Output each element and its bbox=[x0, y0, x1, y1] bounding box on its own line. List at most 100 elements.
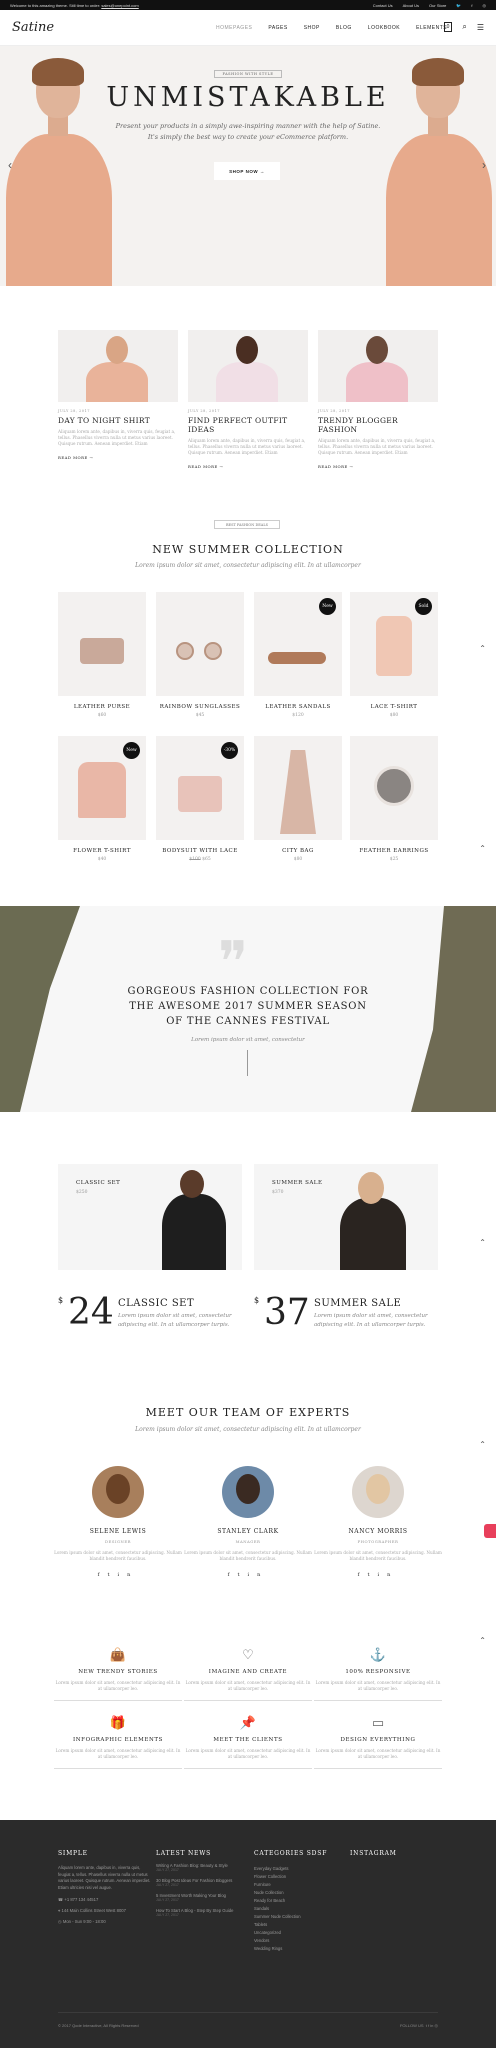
facebook-icon[interactable]: f bbox=[358, 1572, 368, 1578]
product-name[interactable]: LEATHER PURSE bbox=[58, 704, 146, 710]
collection-tag: BEST FASHION DEALS bbox=[214, 520, 280, 529]
product-image[interactable]: New bbox=[254, 592, 342, 696]
scroll-up-icon[interactable]: ⌃ bbox=[479, 1238, 486, 1247]
logo[interactable]: Satine bbox=[12, 20, 54, 35]
product-image[interactable]: Sold bbox=[350, 592, 438, 696]
product-card[interactable]: New LEATHER SANDALS $120 bbox=[254, 592, 342, 718]
product-name[interactable]: FLOWER T-SHIRT bbox=[58, 848, 146, 854]
twitter-icon[interactable]: t bbox=[238, 1572, 248, 1578]
facebook-icon[interactable]: f bbox=[98, 1572, 108, 1578]
linkedin-icon[interactable]: in bbox=[378, 1572, 399, 1578]
product-card[interactable]: RAINBOW SUNGLASSES $45 bbox=[156, 592, 244, 718]
news-item[interactable]: 30 Blog Post Ideas For Fashion Bloggers J… bbox=[156, 1878, 252, 1887]
scroll-up-icon[interactable]: ⌃ bbox=[479, 844, 486, 853]
blog-post[interactable]: JULY 28, 2017 DAY TO NIGHT SHIRT Aliquam… bbox=[58, 330, 178, 460]
product-card[interactable]: New FLOWER T-SHIRT $40 bbox=[58, 736, 146, 862]
category-link[interactable]: Sandals bbox=[254, 1905, 350, 1913]
facebook-icon[interactable]: f bbox=[228, 1572, 238, 1578]
twitter-icon[interactable]: 🐦 bbox=[456, 3, 461, 8]
menu-icon[interactable]: ☰ bbox=[477, 23, 484, 32]
facebook-icon[interactable]: f bbox=[428, 2023, 429, 2028]
our-store-link[interactable]: Our Store bbox=[429, 3, 446, 8]
product-card[interactable]: CITY BAG $80 bbox=[254, 736, 342, 862]
twitter-icon[interactable]: t bbox=[426, 2023, 427, 2028]
news-item[interactable]: Writing A Fashion Blog: Beauty & Style JU… bbox=[156, 1863, 252, 1872]
post-image[interactable] bbox=[318, 330, 438, 402]
slider-prev-icon[interactable]: ‹ bbox=[8, 158, 12, 172]
product-card[interactable]: FEATHER EARRINGS $25 bbox=[350, 736, 438, 862]
linkedin-icon[interactable]: in bbox=[118, 1572, 139, 1578]
twitter-icon[interactable]: t bbox=[368, 1572, 378, 1578]
category-link[interactable]: Ready for Beach bbox=[254, 1897, 350, 1905]
category-link[interactable]: Flower Collection bbox=[254, 1873, 350, 1881]
product-image[interactable] bbox=[254, 736, 342, 840]
about-us-link[interactable]: About Us bbox=[403, 3, 419, 8]
promo-email-link[interactable]: sales@onepoint.com bbox=[101, 3, 138, 8]
product-image[interactable] bbox=[58, 592, 146, 696]
avatar bbox=[222, 1466, 274, 1518]
slider-next-icon[interactable]: › bbox=[482, 158, 486, 172]
product-name[interactable]: BODYSUIT WITH LACE bbox=[156, 848, 244, 854]
read-more-label: READ MORE bbox=[318, 464, 348, 469]
post-title[interactable]: FIND PERFECT OUTFIT IDEAS bbox=[188, 416, 308, 434]
product-image[interactable]: -30% bbox=[156, 736, 244, 840]
post-image[interactable] bbox=[188, 330, 308, 402]
shop-now-button[interactable]: SHOP NOW → bbox=[214, 162, 280, 180]
news-item[interactable]: 5 Investment Worth Making Your Blog JULY … bbox=[156, 1893, 252, 1902]
product-image[interactable] bbox=[156, 592, 244, 696]
product-name[interactable]: CITY BAG bbox=[254, 848, 342, 854]
nav-shop[interactable]: SHOP bbox=[304, 25, 320, 31]
scroll-up-icon[interactable]: ⌃ bbox=[479, 1636, 486, 1645]
category-link[interactable]: Everyday Gadgets bbox=[254, 1865, 350, 1873]
nav-lookbook[interactable]: LOOKBOOK bbox=[368, 25, 400, 31]
product-image[interactable]: New bbox=[58, 736, 146, 840]
product-card[interactable]: -30% BODYSUIT WITH LACE $100 $65 bbox=[156, 736, 244, 862]
nav-pages[interactable]: PAGES bbox=[268, 25, 287, 31]
product-name[interactable]: FEATHER EARRINGS bbox=[350, 848, 438, 854]
read-more-link[interactable]: READ MORE → bbox=[58, 455, 178, 460]
category-link[interactable]: Furniture bbox=[254, 1881, 350, 1889]
category-link[interactable]: Summer Nude Collection bbox=[254, 1913, 350, 1921]
product-name[interactable]: LACE T-SHIRT bbox=[350, 704, 438, 710]
product-name[interactable]: RAINBOW SUNGLASSES bbox=[156, 704, 244, 710]
instagram-icon[interactable]: ◎ bbox=[435, 2023, 439, 2028]
cart-icon[interactable]: 0 bbox=[443, 22, 453, 32]
nav-elements[interactable]: ELEMENTS bbox=[416, 25, 447, 31]
hours-text: Mon - Sun 9:00 - 18:00 bbox=[62, 1919, 106, 1924]
category-link[interactable]: Tablets bbox=[254, 1921, 350, 1929]
category-link[interactable]: Nude Collection bbox=[254, 1889, 350, 1897]
blog-post[interactable]: JULY 28, 2017 FIND PERFECT OUTFIT IDEAS … bbox=[188, 330, 308, 469]
product-card[interactable]: LEATHER PURSE $60 bbox=[58, 592, 146, 718]
news-date: JULY 27, 2017 bbox=[156, 1898, 179, 1902]
linkedin-icon[interactable]: in bbox=[430, 2023, 433, 2028]
contact-us-link[interactable]: Contact Us bbox=[373, 3, 393, 8]
purchase-badge-icon[interactable] bbox=[484, 1524, 496, 1538]
linkedin-icon[interactable]: in bbox=[248, 1572, 269, 1578]
post-date: JULY 28, 2017 bbox=[58, 409, 90, 413]
post-title[interactable]: DAY TO NIGHT SHIRT bbox=[58, 416, 178, 425]
combo-card[interactable]: CLASSIC SET $250 bbox=[58, 1164, 242, 1270]
read-more-link[interactable]: READ MORE → bbox=[318, 464, 438, 469]
nav-homepages[interactable]: HOMEPAGES bbox=[216, 25, 252, 31]
scroll-up-icon[interactable]: ⌃ bbox=[479, 1440, 486, 1449]
product-card[interactable]: Sold LACE T-SHIRT $80 bbox=[350, 592, 438, 718]
product-name[interactable]: LEATHER SANDALS bbox=[254, 704, 342, 710]
instagram-icon[interactable]: ◎ bbox=[483, 3, 487, 8]
category-link[interactable]: Uncategorized bbox=[254, 1929, 350, 1937]
post-image[interactable] bbox=[58, 330, 178, 402]
search-icon[interactable]: ⌕ bbox=[462, 22, 466, 32]
nav-blog[interactable]: BLOG bbox=[336, 25, 352, 31]
post-title[interactable]: TRENDY BLOGGER FASHION bbox=[318, 416, 438, 434]
category-link[interactable]: Vendors bbox=[254, 1937, 350, 1945]
blog-post[interactable]: JULY 28, 2017 TRENDY BLOGGER FASHION Ali… bbox=[318, 330, 438, 469]
category-link[interactable]: Wedding Rings bbox=[254, 1945, 350, 1953]
combo-card[interactable]: SUMMER SALE $370 bbox=[254, 1164, 438, 1270]
footer-hours: ◷ Mon - Sun 9:00 - 18:00 bbox=[58, 1919, 154, 1924]
twitter-icon[interactable]: t bbox=[108, 1572, 118, 1578]
facebook-icon[interactable]: f bbox=[471, 3, 472, 8]
footer-phone[interactable]: ☎ +1 877 134 44517 bbox=[58, 1897, 154, 1902]
news-item[interactable]: How To Start A Blog - Step By Step Guide… bbox=[156, 1908, 252, 1917]
product-image[interactable] bbox=[350, 736, 438, 840]
read-more-link[interactable]: READ MORE → bbox=[188, 464, 308, 469]
scroll-up-icon[interactable]: ⌃ bbox=[479, 644, 486, 653]
